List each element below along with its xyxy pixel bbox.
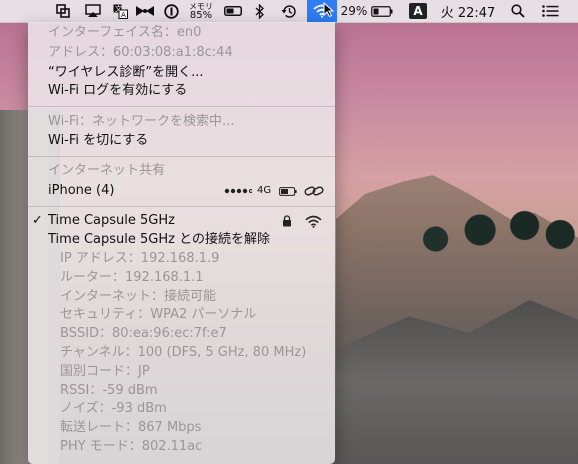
menu-separator	[28, 106, 335, 107]
turn-off-wifi-item[interactable]: Wi-Fi を切にする	[28, 131, 335, 151]
network-detail-row: IP アドレス：192.168.1.9	[28, 249, 335, 269]
network-detail-row: 国別コード：JP	[28, 362, 335, 382]
airplay-icon[interactable]	[83, 0, 103, 22]
address-row: アドレス：60:03:08:a1:8c:44	[28, 43, 335, 63]
network-detail-text: RSSI：-59 dBm	[60, 382, 158, 398]
enable-logging-item[interactable]: Wi-Fi ログを有効にする	[28, 81, 335, 101]
memory-indicator[interactable]: メモリ 85%	[188, 0, 214, 22]
svg-text:A: A	[121, 11, 126, 19]
network-detail-row: チャンネル：100 (DFS, 5 GHz, 80 MHz)	[28, 343, 335, 363]
disconnect-label: Time Capsule 5GHz との接続を解除	[48, 232, 270, 247]
network-detail-row: RSSI：-59 dBm	[28, 381, 335, 401]
menu-clock[interactable]: 火 22:47	[440, 0, 496, 22]
network-name: Time Capsule 5GHz	[48, 213, 175, 228]
network-detail-text: BSSID：80:ea:96:ec:7f:e7	[60, 326, 227, 342]
info-icon[interactable]	[162, 0, 180, 22]
network-detail-row: インターネット：接続可能	[28, 287, 335, 307]
open-diagnostics-label: “ワイヤレス診断”を開く...	[48, 65, 204, 80]
turn-off-wifi-label: Wi-Fi を切にする	[48, 133, 149, 148]
input-source-icon[interactable]: A	[409, 3, 427, 19]
network-detail-row: BSSID：80:ea:96:ec:7f:e7	[28, 324, 335, 344]
hotspot-battery-icon	[279, 181, 297, 201]
personal-hotspot-link-icon	[304, 181, 324, 201]
network-detail-text: ルーター：192.168.1.1	[60, 269, 204, 285]
enable-logging-label: Wi-Fi ログを有効にする	[48, 83, 188, 98]
hotspot-header: インターネット共有	[48, 163, 166, 178]
network-detail-text: 転送レート：867 Mbps	[60, 420, 202, 436]
menu-separator	[28, 206, 335, 207]
memory-value: 85%	[189, 9, 213, 21]
network-detail-text: チャンネル：100 (DFS, 5 GHz, 80 MHz)	[60, 345, 307, 360]
battery-percent[interactable]: 29%	[340, 0, 368, 22]
wallpaper-trees	[400, 185, 578, 275]
bluetooth-icon[interactable]	[252, 0, 266, 22]
disconnect-network-item[interactable]: Time Capsule 5GHz との接続を解除	[28, 230, 335, 250]
battery-icon[interactable]	[370, 0, 394, 22]
network-detail-text: IP アドレス：192.168.1.9	[60, 251, 220, 266]
mac-address: アドレス：60:03:08:a1:8c:44	[48, 45, 233, 60]
hotspot-network-type: 4G	[257, 185, 272, 196]
network-detail-text: インターネット：接続可能	[60, 288, 217, 304]
checkmark-icon: ✓	[32, 213, 43, 228]
network-detail-text: ノイズ：-93 dBm	[60, 401, 167, 417]
hotspot-header-row: インターネット共有	[28, 161, 335, 181]
network-detail-row: セキュリティ：WPA2 パーソナル	[28, 305, 335, 325]
network-detail-row: 転送レート：867 Mbps	[28, 418, 335, 438]
lock-icon	[282, 211, 292, 231]
hotspot-device-item[interactable]: iPhone (4) 4G	[28, 181, 335, 201]
network-detail-row: PHY モード：802.11ac	[28, 437, 335, 457]
translation-icon[interactable]: 文A	[111, 0, 129, 22]
wifi-status-row: Wi-Fi：ネットワークを検索中...	[28, 112, 335, 132]
mouse-cursor-icon	[322, 0, 334, 20]
network-detail-text: セキュリティ：WPA2 パーソナル	[60, 307, 257, 323]
wifi-dropdown-menu: インターフェイス名：en0 アドレス：60:03:08:a1:8c:44 “ワイ…	[28, 22, 335, 464]
network-detail-text: 国別コード：JP	[60, 363, 150, 379]
network-detail-row: ルーター：192.168.1.1	[28, 268, 335, 288]
network-detail-text: PHY モード：802.11ac	[60, 439, 203, 454]
hotspot-device-name: iPhone (4)	[48, 183, 115, 198]
notification-center-icon[interactable]	[538, 0, 562, 22]
menu-separator	[28, 156, 335, 157]
window-switcher-icon[interactable]	[53, 0, 73, 22]
wifi-status: Wi-Fi：ネットワークを検索中...	[48, 114, 235, 129]
menu-bar: 文A メモリ 85% 29% A 火 22:47	[0, 0, 578, 23]
bowtie-icon[interactable]	[134, 0, 156, 22]
wifi-signal-icon	[305, 211, 322, 231]
interface-name-row: インターフェイス名：en0	[28, 23, 335, 43]
time-machine-icon[interactable]	[279, 0, 299, 22]
network-detail-row: ノイズ：-93 dBm	[28, 399, 335, 419]
connected-network-item[interactable]: ✓ Time Capsule 5GHz	[28, 211, 335, 231]
interface-name: インターフェイス名：en0	[48, 25, 202, 40]
open-diagnostics-item[interactable]: “ワイヤレス診断”を開く...	[28, 63, 335, 83]
toggle-switch-icon[interactable]	[222, 0, 244, 22]
cellular-signal-icon	[224, 181, 252, 201]
spotlight-search-icon[interactable]	[508, 0, 528, 22]
